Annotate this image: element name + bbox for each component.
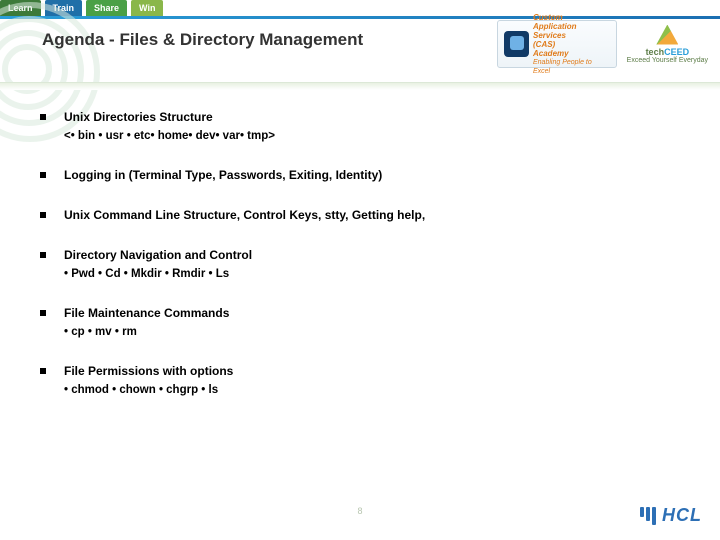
agenda-item: Unix Directories Structure <• bin • usr …	[40, 110, 680, 142]
pyramid-icon	[656, 25, 678, 45]
hcl-bars-icon	[640, 507, 656, 525]
page-number: 8	[357, 506, 362, 516]
agenda-item-sub: • Pwd • Cd • Mkdir • Rmdir • Ls	[64, 268, 252, 280]
cas-line4: Academy	[533, 49, 569, 58]
agenda-item-sub: • cp • mv • rm	[64, 326, 229, 338]
square-bullet-icon	[40, 252, 46, 258]
slide-header: Learn Train Share Win Agenda - Files & D…	[0, 0, 720, 96]
agenda-item: Logging in (Terminal Type, Passwords, Ex…	[40, 168, 680, 182]
cas-head-icon	[504, 31, 529, 57]
header-underline	[0, 82, 720, 90]
logo-group: Custom Application Services (CAS) Academ…	[497, 20, 708, 68]
square-bullet-icon	[40, 114, 46, 120]
square-bullet-icon	[40, 368, 46, 374]
cas-line3: (CAS)	[533, 40, 555, 49]
techceed-tagline: Exceed Yourself Everyday	[627, 57, 708, 64]
hcl-logo: HCL	[640, 505, 702, 526]
square-bullet-icon	[40, 172, 46, 178]
agenda-item: Directory Navigation and Control • Pwd •…	[40, 248, 680, 280]
techceed-logo: techCEED Exceed Yourself Everyday	[627, 25, 708, 64]
agenda-item-title: Unix Command Line Structure, Control Key…	[64, 208, 425, 222]
agenda-item: File Maintenance Commands • cp • mv • rm	[40, 306, 680, 338]
agenda-item-sub: <• bin • usr • etc• home• dev• var• tmp>	[64, 130, 275, 142]
header-accent-line	[0, 16, 720, 19]
page-title: Agenda - Files & Directory Management	[42, 30, 363, 50]
square-bullet-icon	[40, 212, 46, 218]
agenda-list: Unix Directories Structure <• bin • usr …	[40, 110, 680, 422]
cas-tagline: Enabling People to Excel	[533, 59, 592, 75]
agenda-item-sub: • chmod • chown • chgrp • ls	[64, 384, 233, 396]
techceed-suffix: CEED	[664, 47, 689, 57]
agenda-item-title: Unix Directories Structure	[64, 110, 275, 124]
agenda-item: Unix Command Line Structure, Control Key…	[40, 208, 680, 222]
square-bullet-icon	[40, 310, 46, 316]
cas-academy-logo: Custom Application Services (CAS) Academ…	[497, 20, 617, 68]
agenda-item-title: File Maintenance Commands	[64, 306, 229, 320]
hcl-text: HCL	[662, 505, 702, 526]
cas-line1: Custom	[533, 13, 563, 22]
agenda-item-title: Logging in (Terminal Type, Passwords, Ex…	[64, 168, 382, 182]
agenda-item: File Permissions with options • chmod • …	[40, 364, 680, 396]
agenda-item-title: Directory Navigation and Control	[64, 248, 252, 262]
agenda-item-title: File Permissions with options	[64, 364, 233, 378]
techceed-prefix: tech	[646, 47, 665, 57]
cas-line2: Application Services	[533, 22, 577, 40]
